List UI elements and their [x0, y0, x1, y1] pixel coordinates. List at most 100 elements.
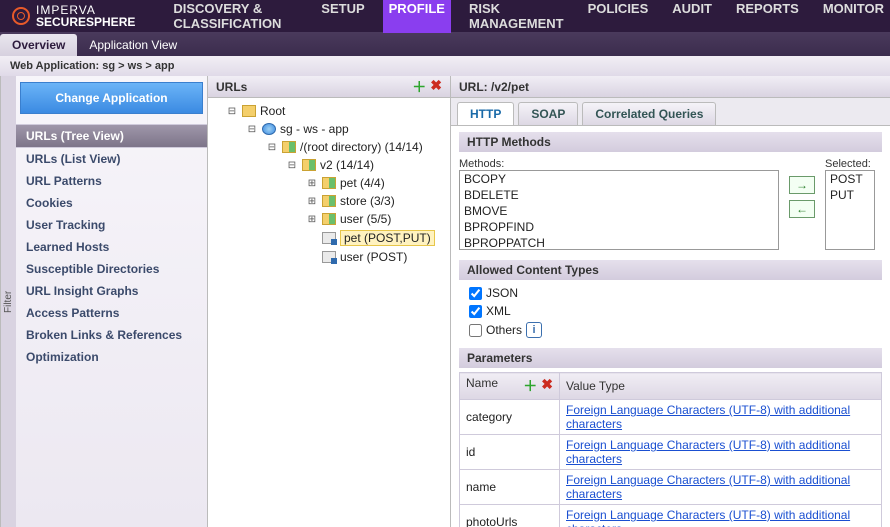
add-param-icon[interactable]: ＋ — [523, 376, 537, 396]
move-right-button[interactable]: → — [789, 176, 815, 194]
filter-rail[interactable]: Filter — [0, 76, 16, 527]
folder-icon — [302, 159, 316, 171]
page-icon — [322, 251, 336, 263]
methods-available-listbox[interactable]: BCOPYBDELETEBMOVEBPROPFINDBPROPPATCH — [459, 170, 779, 250]
methods-label: Methods: — [459, 158, 779, 170]
table-row[interactable]: idForeign Language Characters (UTF-8) wi… — [460, 435, 882, 470]
expand-icon[interactable]: ⊞ — [306, 214, 318, 225]
topnav-item-setup[interactable]: SETUP — [315, 0, 370, 33]
param-name: id — [460, 435, 560, 470]
content-type-checkbox[interactable] — [469, 287, 482, 300]
folder-icon — [282, 141, 296, 153]
table-row[interactable]: categoryForeign Language Characters (UTF… — [460, 400, 882, 435]
topnav-item-risk-management[interactable]: RISK MANAGEMENT — [463, 0, 570, 33]
tab-correlated-queries[interactable]: Correlated Queries — [582, 102, 716, 125]
topnav-item-reports[interactable]: REPORTS — [730, 0, 805, 33]
sidebar-item-urls-tree-view-[interactable]: URLs (Tree View) — [16, 124, 207, 148]
content-types-group: Allowed Content Types — [459, 260, 882, 280]
globe-icon — [262, 123, 276, 135]
tree-node-app[interactable]: ⊟sg - ws - app — [212, 120, 446, 138]
param-name: category — [460, 400, 560, 435]
method-selected[interactable]: POST — [826, 171, 874, 187]
topnav-item-profile[interactable]: PROFILE — [383, 0, 451, 33]
content-type-checkbox[interactable] — [469, 305, 482, 318]
tree-leaf-user[interactable]: user (POST) — [212, 248, 446, 266]
info-icon[interactable]: i — [526, 322, 542, 338]
topnav-item-audit[interactable]: AUDIT — [666, 0, 718, 33]
method-option[interactable]: BMOVE — [460, 203, 778, 219]
collapse-icon[interactable]: ⊟ — [286, 160, 298, 171]
param-name: name — [460, 470, 560, 505]
url-detail-tabs: HTTPSOAPCorrelated Queries — [451, 98, 890, 126]
tree-node-rootdir[interactable]: ⊟/(root directory) (14/14) — [212, 138, 446, 156]
urls-panel: URLs ＋ ✖ ⊟Root ⊟sg - ws - app ⊟/(root di… — [208, 76, 451, 527]
content-type-xml[interactable]: XML — [469, 304, 882, 318]
sidebar-item-url-patterns[interactable]: URL Patterns — [16, 170, 207, 192]
change-application-button[interactable]: Change Application — [20, 82, 203, 114]
param-value-type-link[interactable]: Foreign Language Characters (UTF-8) with… — [566, 438, 850, 466]
url-detail-title: URL: /v2/pet — [459, 80, 529, 94]
brand-line2: SECURESPHERE — [36, 15, 135, 29]
tab-soap[interactable]: SOAP — [518, 102, 578, 125]
selected-label: Selected: — [825, 158, 875, 170]
method-option[interactable]: BPROPPATCH — [460, 235, 778, 250]
topnav-item-monitor[interactable]: MONITOR — [817, 0, 890, 33]
tree-node-root[interactable]: ⊟Root — [212, 102, 446, 120]
sidebar-item-broken-links-references[interactable]: Broken Links & References — [16, 324, 207, 346]
param-name: photoUrls — [460, 505, 560, 527]
method-selected[interactable]: PUT — [826, 187, 874, 203]
tab-http[interactable]: HTTP — [457, 102, 514, 125]
sidebar-item-access-patterns[interactable]: Access Patterns — [16, 302, 207, 324]
sidebar-item-susceptible-directories[interactable]: Susceptible Directories — [16, 258, 207, 280]
delete-url-icon[interactable]: ✖ — [430, 77, 442, 97]
content-type-others[interactable]: Others i — [469, 322, 882, 338]
sidebar-item-url-insight-graphs[interactable]: URL Insight Graphs — [16, 280, 207, 302]
url-detail-panel: URL: /v2/pet HTTPSOAPCorrelated Queries … — [451, 76, 890, 527]
parameters-group: Parameters — [459, 348, 882, 368]
param-header-valuetype[interactable]: Value Type — [560, 373, 882, 400]
urls-panel-title: URLs — [216, 80, 247, 94]
content-type-json[interactable]: JSON — [469, 286, 882, 300]
sidebar-item-user-tracking[interactable]: User Tracking — [16, 214, 207, 236]
param-header-name[interactable]: Name ＋ ✖ — [460, 373, 560, 400]
topnav-item-discovery-classification[interactable]: DISCOVERY & CLASSIFICATION — [167, 0, 303, 33]
collapse-icon[interactable]: ⊟ — [226, 106, 238, 117]
expand-icon[interactable]: ⊞ — [306, 178, 318, 189]
parameters-table: Name ＋ ✖ Value Type categoryForeign Lang… — [459, 372, 882, 527]
tree-node-user[interactable]: ⊞user (5/5) — [212, 210, 446, 228]
table-row[interactable]: nameForeign Language Characters (UTF-8) … — [460, 470, 882, 505]
left-menu: URLs (Tree View)URLs (List View)URL Patt… — [16, 120, 207, 372]
tree-leaf-pet[interactable]: pet (POST,PUT) — [212, 228, 446, 248]
brand: IMPERVA SECURESPHERE — [0, 4, 147, 28]
topnav-item-policies[interactable]: POLICIES — [582, 0, 655, 33]
top-nav: DISCOVERY & CLASSIFICATION SETUP PROFILE RI… — [167, 0, 890, 33]
param-value-type-link[interactable]: Foreign Language Characters (UTF-8) with… — [566, 508, 850, 527]
param-value-type-link[interactable]: Foreign Language Characters (UTF-8) with… — [566, 473, 850, 501]
brand-logo-icon — [12, 7, 30, 25]
folder-icon — [322, 195, 336, 207]
move-left-button[interactable]: ← — [789, 200, 815, 218]
subtabs: OverviewApplication View — [0, 32, 890, 56]
method-option[interactable]: BPROPFIND — [460, 219, 778, 235]
tree-node-v2[interactable]: ⊟v2 (14/14) — [212, 156, 446, 174]
tree-node-store[interactable]: ⊞store (3/3) — [212, 192, 446, 210]
collapse-icon[interactable]: ⊟ — [246, 124, 258, 135]
add-url-icon[interactable]: ＋ — [412, 77, 426, 97]
tree-node-pet[interactable]: ⊞pet (4/4) — [212, 174, 446, 192]
sidebar-item-cookies[interactable]: Cookies — [16, 192, 207, 214]
subtab-application-view[interactable]: Application View — [77, 34, 189, 56]
methods-selected-listbox[interactable]: POSTPUT — [825, 170, 875, 250]
method-option[interactable]: BDELETE — [460, 187, 778, 203]
sidebar-item-optimization[interactable]: Optimization — [16, 346, 207, 368]
content-type-checkbox[interactable] — [469, 324, 482, 337]
delete-param-icon[interactable]: ✖ — [541, 376, 553, 396]
expand-icon[interactable]: ⊞ — [306, 196, 318, 207]
subtab-overview[interactable]: Overview — [0, 34, 77, 56]
param-value-type-link[interactable]: Foreign Language Characters (UTF-8) with… — [566, 403, 850, 431]
table-row[interactable]: photoUrls Foreign Language Characters (UT… — [460, 505, 882, 527]
sidebar-item-learned-hosts[interactable]: Learned Hosts — [16, 236, 207, 258]
collapse-icon[interactable]: ⊟ — [266, 142, 278, 153]
method-option[interactable]: BCOPY — [460, 171, 778, 187]
sidebar-item-urls-list-view-[interactable]: URLs (List View) — [16, 148, 207, 170]
content-types: JSON XML Others i — [469, 286, 882, 338]
